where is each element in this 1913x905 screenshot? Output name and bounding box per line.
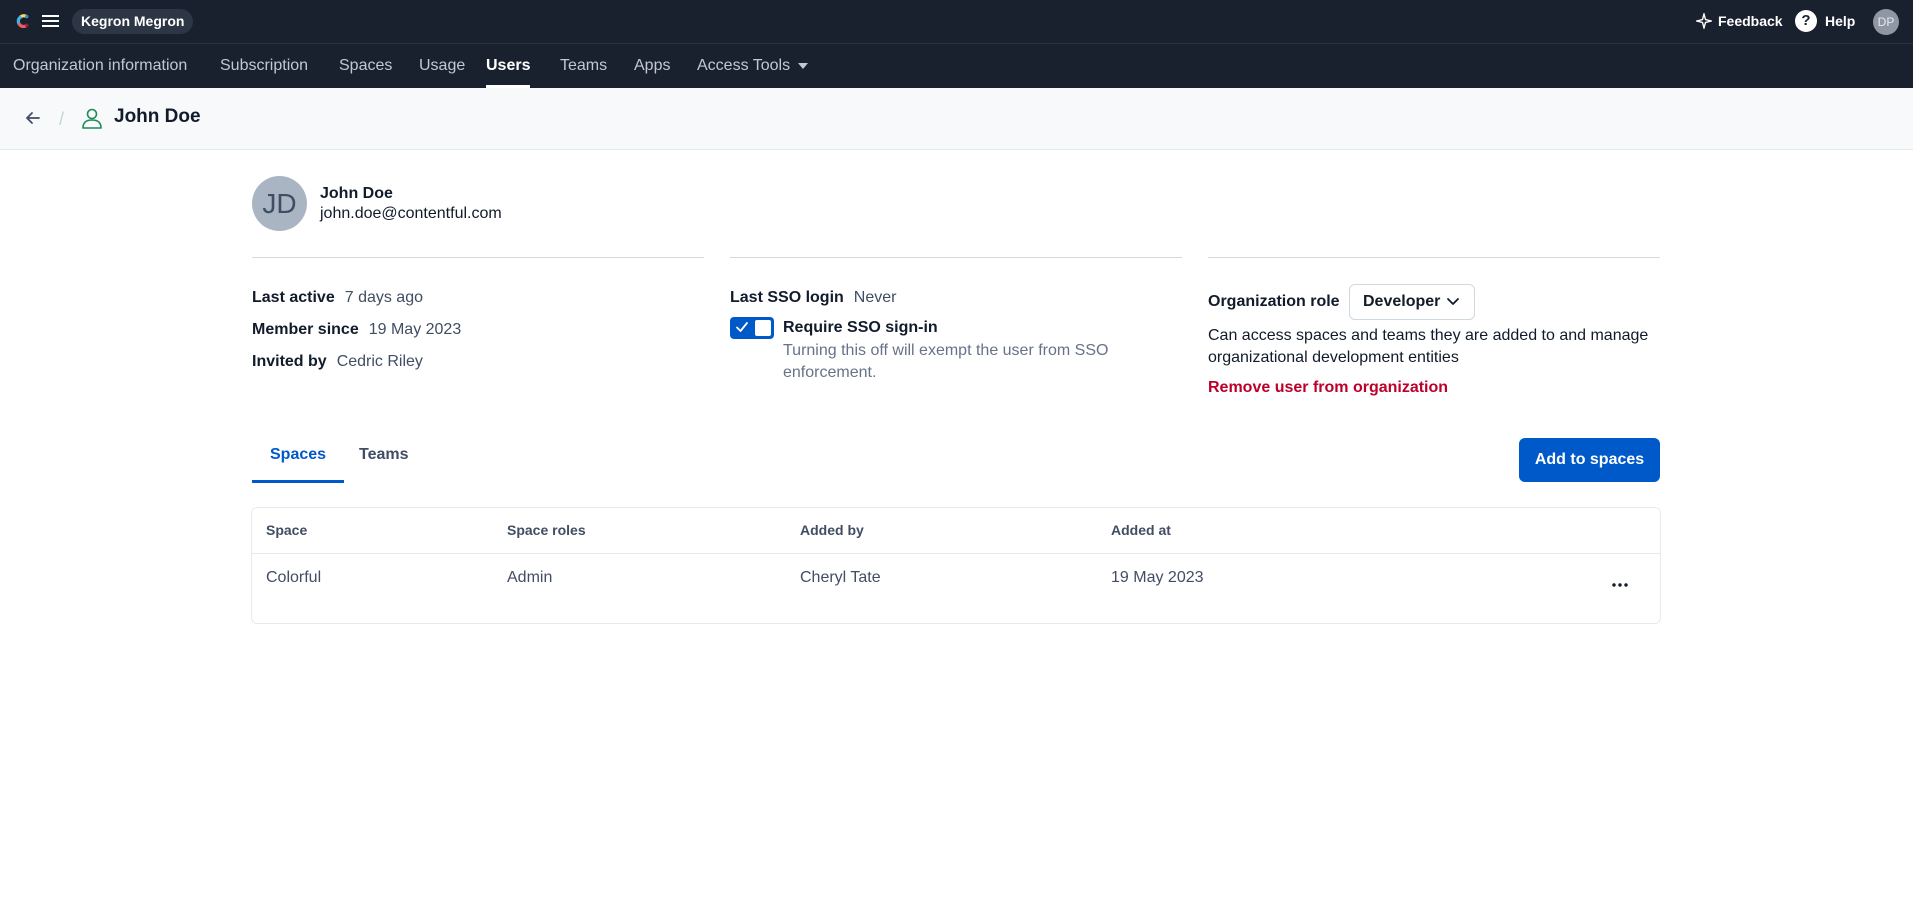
member-since-row: Member since 19 May 2023 [252, 321, 461, 339]
cell-added-by: Cheryl Tate [800, 569, 881, 586]
help-button[interactable]: ? Help [1795, 10, 1855, 32]
last-active-label: Last active [252, 289, 335, 306]
nav-usage[interactable]: Usage [419, 44, 465, 88]
cell-added-at: 19 May 2023 [1111, 569, 1204, 586]
require-sso-toggle[interactable] [730, 317, 774, 339]
chevron-down-icon [1447, 298, 1459, 305]
user-icon [82, 108, 102, 129]
breadcrumb-separator: / [59, 109, 65, 129]
user-email: john.doe@contentful.com [320, 205, 502, 222]
org-role-label: Organization role [1208, 293, 1340, 310]
nav-access-tools[interactable]: Access Tools [697, 44, 809, 88]
top-bar: Kegron Megron Feedback ? Help DP [0, 0, 1913, 43]
page-title: John Doe [114, 106, 201, 127]
invited-by-value: Cedric Riley [336, 353, 423, 370]
org-nav: Organization information Subscription Sp… [0, 43, 1913, 88]
spaces-table: Space Space roles Added by Added at Colo… [251, 507, 1661, 624]
nav-teams[interactable]: Teams [560, 44, 607, 88]
user-name: John Doe [320, 185, 393, 202]
caret-down-icon [798, 62, 809, 69]
hamburger-menu-icon[interactable] [42, 14, 59, 28]
nav-spaces[interactable]: Spaces [339, 44, 392, 88]
invited-by-row: Invited by Cedric Riley [252, 353, 423, 371]
nav-access-tools-label: Access Tools [697, 57, 791, 74]
feedback-label: Feedback [1718, 13, 1783, 29]
divider [730, 257, 1182, 258]
toggle-knob [755, 320, 771, 336]
last-sso-login-label: Last SSO login [730, 289, 844, 306]
org-role-value: Developer [1363, 293, 1441, 310]
org-role-select[interactable]: Developer [1349, 284, 1475, 320]
contentful-logo-icon[interactable] [13, 11, 33, 31]
require-sso-help-text: Turning this off will exempt the user fr… [783, 342, 1109, 381]
org-role-description: Can access spaces and teams they are add… [1208, 327, 1649, 366]
nav-organization-information[interactable]: Organization information [13, 44, 187, 88]
invited-by-label: Invited by [252, 353, 327, 370]
last-active-row: Last active 7 days ago [252, 289, 423, 307]
last-active-value: 7 days ago [344, 289, 423, 306]
nav-subscription[interactable]: Subscription [220, 44, 308, 88]
cell-space: Colorful [266, 569, 322, 586]
nav-apps[interactable]: Apps [634, 44, 670, 88]
page-header: / John Doe [0, 88, 1913, 150]
arrow-left-icon[interactable] [22, 107, 44, 129]
require-sso-label: Require SSO sign-in [783, 319, 938, 336]
question-circle-icon: ? [1795, 10, 1817, 32]
member-since-label: Member since [252, 321, 359, 338]
tab-spaces[interactable]: Spaces [252, 443, 345, 483]
sparkle-icon [1696, 13, 1712, 29]
help-label: Help [1825, 13, 1856, 29]
member-since-value: 19 May 2023 [368, 321, 462, 338]
nav-users[interactable]: Users [486, 44, 531, 88]
column-header-space: Space [266, 522, 308, 538]
tab-teams[interactable]: Teams [341, 443, 427, 483]
org-switcher[interactable]: Kegron Megron [72, 9, 194, 34]
remove-user-link[interactable]: Remove user from organization [1208, 379, 1448, 397]
user-avatar: JD [252, 176, 307, 231]
table-header: Space Space roles Added by Added at [252, 508, 1660, 554]
check-icon [736, 322, 748, 332]
column-header-added-at: Added at [1111, 522, 1171, 538]
last-sso-login-row: Last SSO login Never [730, 289, 896, 307]
column-header-added-by: Added by [800, 522, 864, 538]
feedback-button[interactable]: Feedback [1696, 11, 1783, 31]
account-avatar[interactable]: DP [1873, 9, 1899, 35]
more-horizontal-icon[interactable] [1610, 578, 1630, 592]
divider [1208, 257, 1660, 258]
add-to-spaces-button[interactable]: Add to spaces [1519, 438, 1660, 482]
last-sso-login-value: Never [853, 289, 897, 306]
cell-space-roles: Admin [507, 569, 553, 586]
divider [252, 257, 704, 258]
column-header-space-roles: Space roles [507, 522, 586, 538]
